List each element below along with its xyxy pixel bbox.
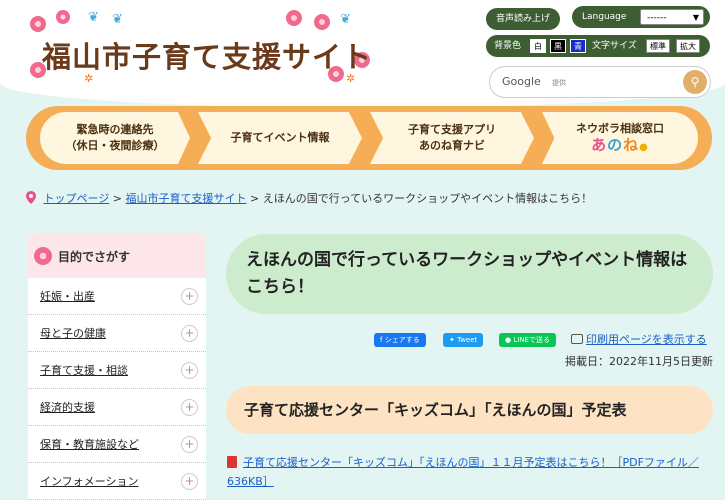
- nav-emergency-contacts[interactable]: 緊急時の連絡先 （休日・夜間診療）: [40, 112, 190, 164]
- sidebar-item-information[interactable]: インフォメーション +: [28, 463, 206, 500]
- voice-reader-button[interactable]: 音声読み上げ: [486, 8, 561, 30]
- flower-icon: [34, 247, 52, 265]
- nav-neuvola-consultation[interactable]: ネウボラ相談窓口 あのね●: [542, 112, 698, 164]
- line-share-button[interactable]: ● LINEで送る: [499, 333, 556, 347]
- pdf-icon: [227, 456, 237, 468]
- pdf-link-row: 子育て応援センター「キッズコム」「えほんの国」１１月予定表はこちら！［PDFファ…: [227, 453, 713, 491]
- language-select[interactable]: ------ ▼: [640, 9, 704, 25]
- bird-icon: ❦: [112, 12, 123, 27]
- global-nav: 緊急時の連絡先 （休日・夜間診療） 子育てイベント情報 子育て支援アプリ あのね…: [26, 106, 712, 170]
- flower-icon: [30, 16, 46, 32]
- chevron-down-icon: ▼: [692, 13, 699, 22]
- nav-support-app[interactable]: 子育て支援アプリ あのね育ナビ: [370, 112, 534, 164]
- sidebar-item-health[interactable]: 母と子の健康 +: [28, 315, 206, 352]
- twitter-share-button[interactable]: ✦ Tweet: [443, 333, 484, 347]
- site-header: ❦ ❦ ❦ ✲ ✲ 福山市子育て支援サイト 音声読み上げ Language --…: [0, 0, 725, 108]
- sidebar-item-facilities[interactable]: 保育・教育施設など +: [28, 426, 206, 463]
- facebook-share-button[interactable]: f シェアする: [374, 333, 426, 347]
- plus-icon[interactable]: +: [181, 436, 198, 453]
- bg-color-label: 背景色: [494, 41, 522, 51]
- sidebar-item-financial[interactable]: 経済的支援 +: [28, 389, 206, 426]
- posted-date: 掲載日：2022年11月5日更新: [565, 355, 713, 368]
- section-heading: 子育て応援センター「キッズコム」「えほんの国」予定表: [226, 386, 713, 434]
- site-search[interactable]: Google 提供 ⚲: [489, 66, 711, 98]
- search-icon[interactable]: ⚲: [683, 70, 707, 94]
- twitter-icon: ✦: [449, 336, 458, 344]
- language-selector[interactable]: Language ------ ▼: [572, 6, 710, 28]
- plus-icon[interactable]: +: [181, 325, 198, 342]
- breadcrumb: トップページ > 福山市子育て支援サイト > えほんの国で行っているワークショッ…: [26, 190, 592, 206]
- page-title: えほんの国で行っているワークショップやイベント情報はこちら！: [226, 234, 713, 314]
- purpose-menu-heading: 目的でさがす: [28, 234, 206, 278]
- sidebar-item-pregnancy[interactable]: 妊娠・出産 +: [28, 278, 206, 315]
- lightbulb-icon: ●: [639, 141, 649, 153]
- search-input[interactable]: 提供: [552, 78, 566, 88]
- breadcrumb-site-link[interactable]: 福山市子育て支援サイト: [126, 192, 247, 205]
- nav-childcare-events[interactable]: 子育てイベント情報: [198, 112, 362, 164]
- bg-white-button[interactable]: 白: [530, 39, 546, 53]
- print-page-link[interactable]: 印刷用ページを表示する: [571, 331, 707, 347]
- plus-icon[interactable]: +: [181, 362, 198, 379]
- plus-icon[interactable]: +: [181, 399, 198, 416]
- pdf-schedule-link[interactable]: 子育て応援センター「キッズコム」「えほんの国」１１月予定表はこちら！［PDFファ…: [227, 456, 699, 488]
- breadcrumb-top-link[interactable]: トップページ: [44, 192, 110, 205]
- purpose-menu: 目的でさがす 妊娠・出産 + 母と子の健康 + 子育て支援・相談 + 経済的支援 + 保…: [28, 234, 206, 500]
- search-brand: Google: [502, 75, 541, 88]
- bird-icon: ❦: [340, 12, 351, 27]
- bird-icon: ❦: [88, 10, 99, 25]
- sidebar-item-support[interactable]: 子育て支援・相談 +: [28, 352, 206, 389]
- bg-black-button[interactable]: 黒: [550, 39, 566, 53]
- plus-icon[interactable]: +: [181, 473, 198, 490]
- site-logo[interactable]: ❦ ❦ ❦ ✲ ✲ 福山市子育て支援サイト: [28, 8, 388, 88]
- flower-icon: [56, 10, 70, 24]
- language-label: Language: [582, 12, 627, 22]
- font-standard-button[interactable]: 標準: [646, 39, 670, 53]
- flower-icon: [286, 10, 302, 26]
- bg-blue-button[interactable]: 青: [570, 39, 586, 53]
- printer-icon: [571, 334, 583, 344]
- map-pin-icon: [26, 191, 36, 204]
- breadcrumb-current: えほんの国で行っているワークショップやイベント情報はこちら！: [262, 192, 593, 205]
- display-settings: 背景色 白 黒 青 文字サイズ 標準 拡大: [486, 35, 710, 57]
- plus-icon[interactable]: +: [181, 288, 198, 305]
- site-title: 福山市子育て支援サイト: [42, 40, 373, 74]
- flower-icon: [314, 14, 330, 30]
- anone-logo: あのね●: [591, 135, 649, 154]
- font-size-label: 文字サイズ: [592, 41, 637, 51]
- font-large-button[interactable]: 拡大: [676, 39, 700, 53]
